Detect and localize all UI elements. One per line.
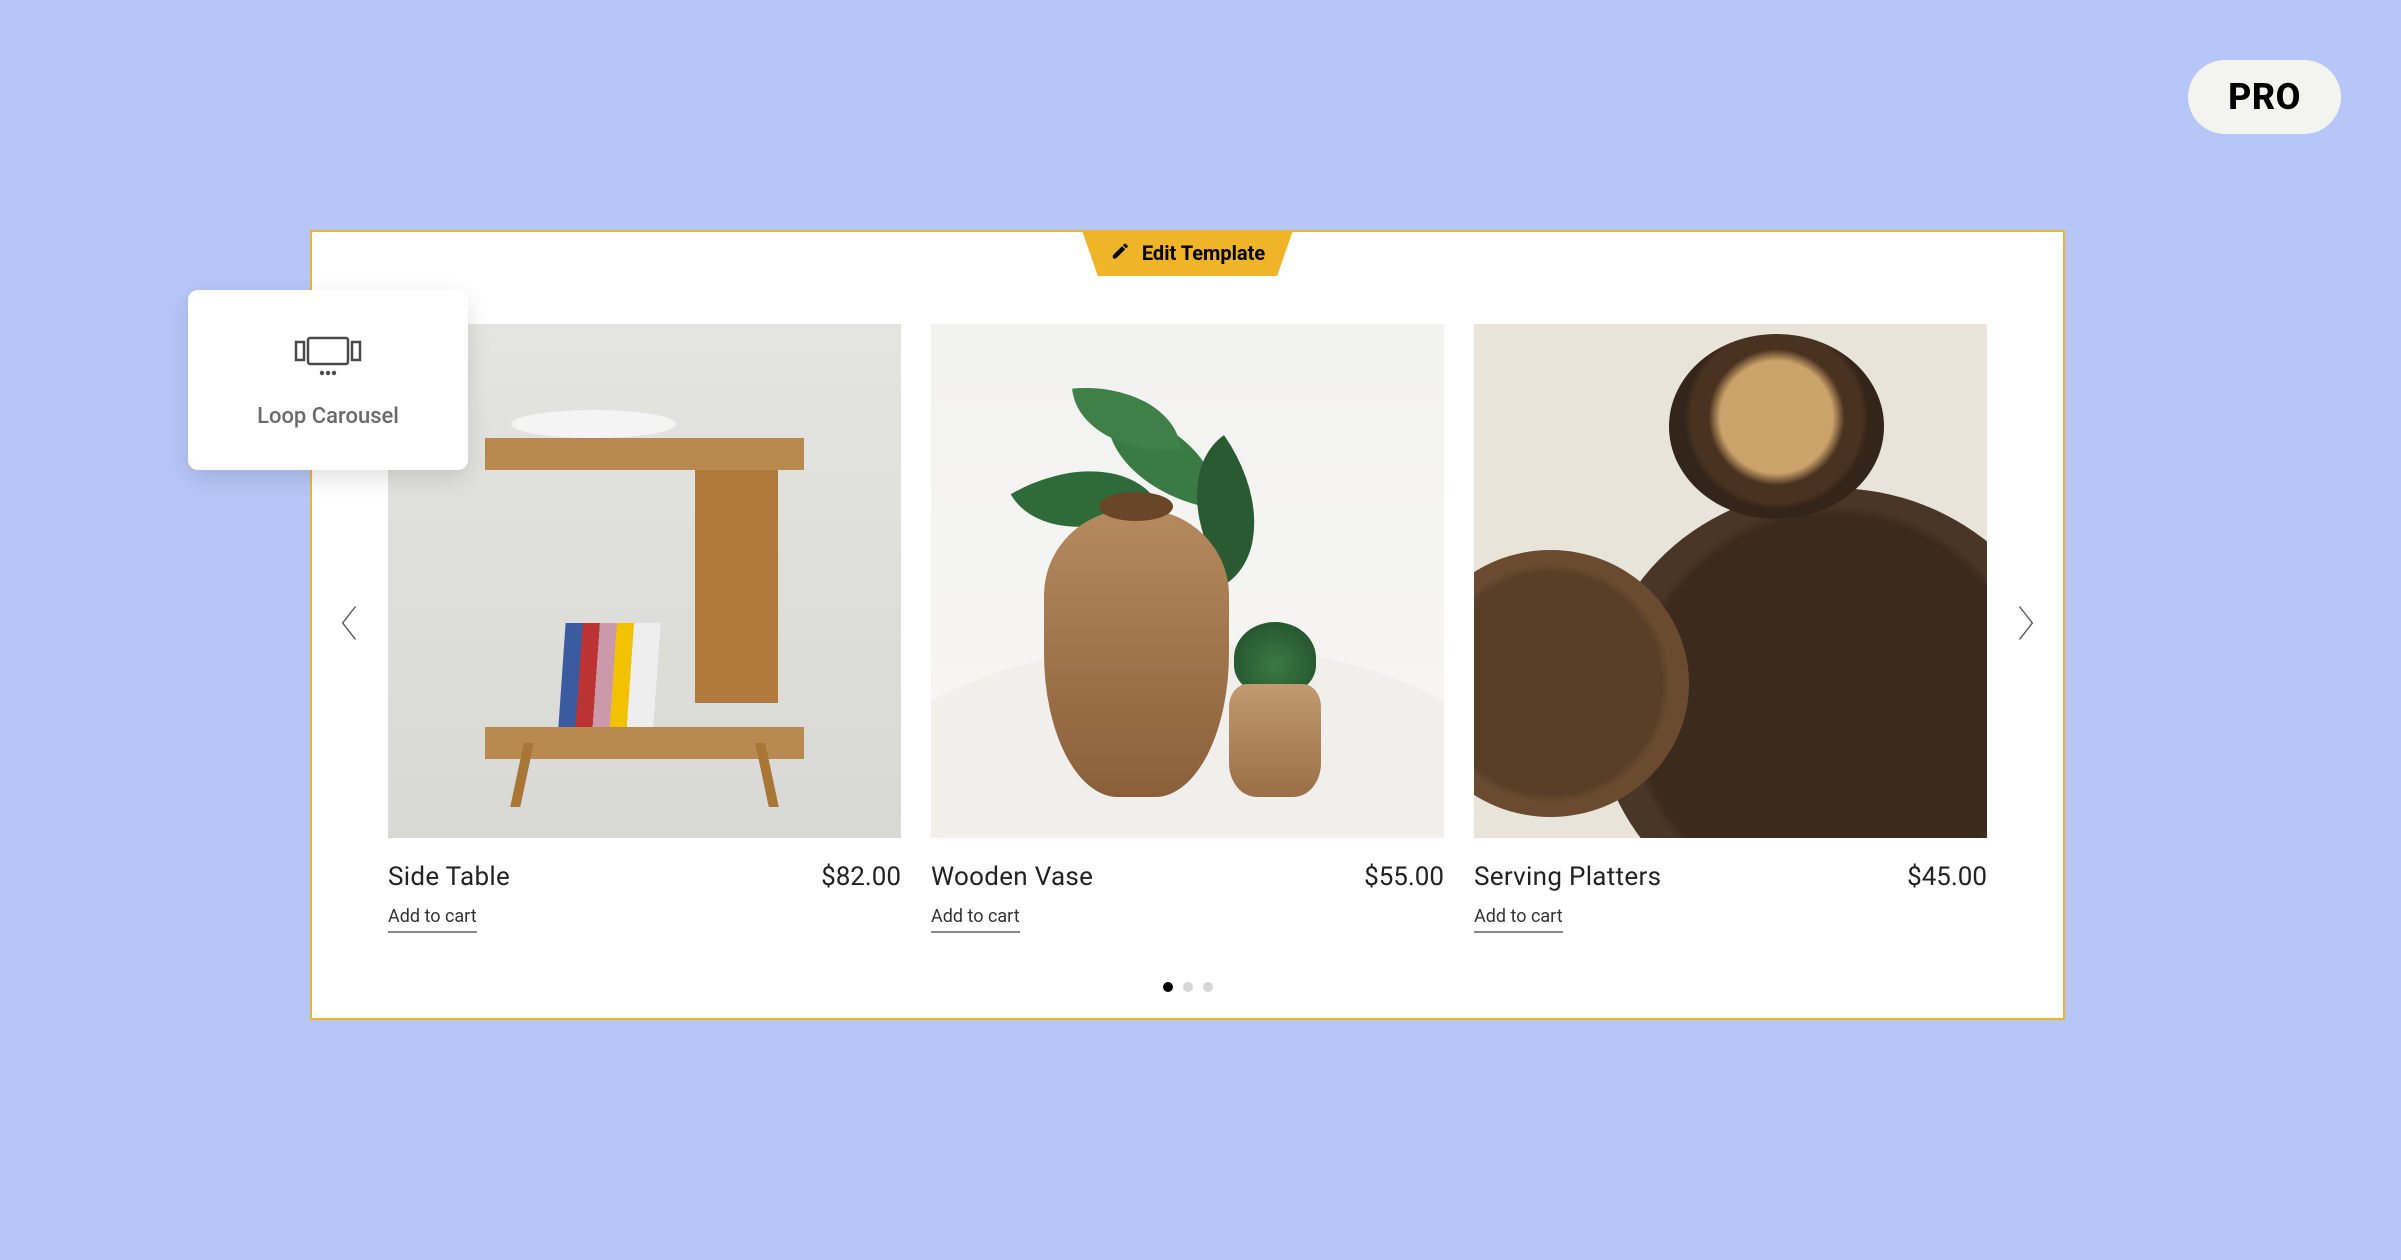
edit-template-label: Edit Template — [1142, 241, 1265, 265]
carousel-pagination — [1163, 982, 1213, 992]
pagination-dot[interactable] — [1183, 982, 1193, 992]
carousel-prev-button[interactable] — [330, 605, 370, 645]
pagination-dot[interactable] — [1203, 982, 1213, 992]
add-to-cart-button[interactable]: Add to cart — [1474, 906, 1563, 933]
product-title: Serving Platters — [1474, 862, 1661, 892]
product-title: Wooden Vase — [931, 862, 1093, 892]
product-card: Wooden Vase $55.00 Add to cart — [931, 324, 1444, 944]
product-image[interactable] — [1474, 324, 1987, 838]
widget-chip[interactable]: Loop Carousel — [188, 290, 468, 470]
product-title: Side Table — [388, 862, 510, 892]
carousel-slides: Side Table $82.00 Add to cart Wooden Vas… — [388, 324, 1987, 944]
pro-badge: PRO — [2188, 60, 2341, 134]
product-image[interactable] — [931, 324, 1444, 838]
widget-label: Loop Carousel — [257, 404, 399, 429]
loop-carousel-widget[interactable]: Edit Template Si — [310, 230, 2065, 1020]
chevron-left-icon — [339, 604, 361, 646]
product-price: $55.00 — [1364, 862, 1444, 892]
carousel-next-button[interactable] — [2005, 605, 2045, 645]
product-price: $82.00 — [821, 862, 901, 892]
chevron-right-icon — [2014, 604, 2036, 646]
add-to-cart-button[interactable]: Add to cart — [388, 906, 477, 933]
pro-badge-label: PRO — [2228, 76, 2301, 118]
pagination-dot[interactable] — [1163, 982, 1173, 992]
pencil-icon — [1110, 241, 1130, 266]
product-price: $45.00 — [1907, 862, 1987, 892]
add-to-cart-button[interactable]: Add to cart — [931, 906, 1020, 933]
edit-template-button[interactable]: Edit Template — [1082, 230, 1293, 276]
product-card: Serving Platters $45.00 Add to cart — [1474, 324, 1987, 944]
loop-carousel-icon — [294, 332, 362, 382]
